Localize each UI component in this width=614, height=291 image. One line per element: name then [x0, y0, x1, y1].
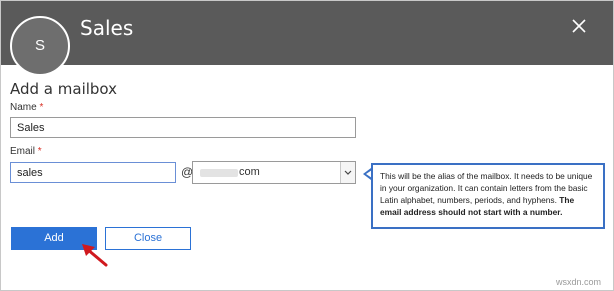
chevron-down-icon: [344, 170, 352, 175]
name-input[interactable]: [10, 117, 356, 138]
domain-suffix: com: [239, 166, 260, 178]
panel-header: S Sales: [1, 1, 613, 76]
watermark: wsxdn.com: [556, 277, 602, 287]
alias-help-tooltip: This will be the alias of the mailbox. I…: [371, 163, 605, 229]
close-button[interactable]: Close: [105, 227, 191, 250]
required-marker: *: [37, 146, 42, 157]
domain-dropdown-button[interactable]: [340, 162, 355, 183]
domain-select[interactable]: com: [192, 161, 356, 184]
required-marker: *: [39, 102, 44, 113]
email-label-text: Email: [10, 146, 36, 157]
close-icon[interactable]: [569, 16, 589, 36]
email-label: Email *: [10, 146, 42, 157]
redacted-domain: [200, 169, 238, 177]
name-label-text: Name: [10, 102, 37, 113]
red-arrow-icon: [82, 244, 108, 267]
section-title: Add a mailbox: [10, 80, 118, 98]
email-alias-input[interactable]: [10, 162, 176, 183]
panel-title: Sales: [80, 16, 134, 40]
name-label: Name *: [10, 102, 43, 113]
avatar: S: [10, 16, 70, 76]
mailbox-panel: S Sales Add a mailbox Name * Email * @ c…: [0, 0, 614, 291]
